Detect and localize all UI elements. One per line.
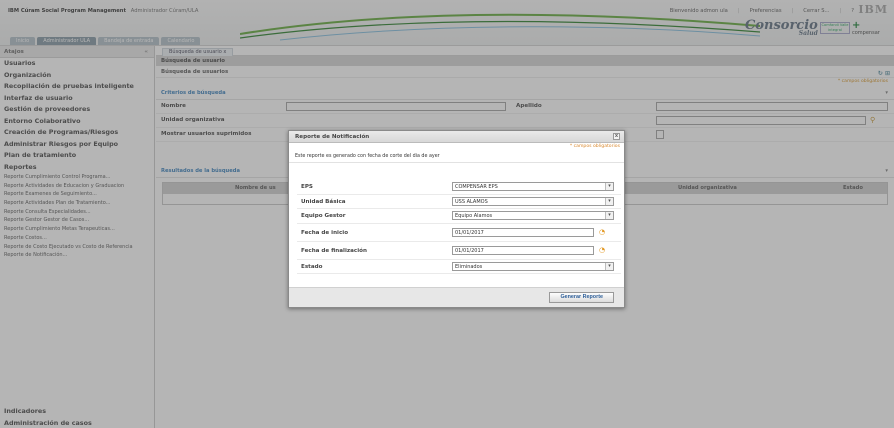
eps-value: COMPENSAR EPS: [455, 184, 498, 190]
eps-select[interactable]: COMPENSAR EPS ▾: [452, 182, 614, 191]
modal-required-note: * campos obligatorios: [569, 144, 620, 149]
fecha-inicio-input[interactable]: 01/01/2017: [452, 227, 594, 237]
chevron-down-icon[interactable]: ▾: [605, 212, 613, 219]
modal-form: EPS COMPENSAR EPS ▾ Unidad Básica USS AL…: [297, 180, 621, 274]
chevron-down-icon[interactable]: ▾: [605, 197, 613, 205]
row-equipo-gestor: Equipo Gestor Equipo Alamos ▾: [297, 209, 621, 224]
estado-select[interactable]: Eliminados ▾: [452, 261, 614, 271]
row-estado: Estado Eliminados ▾: [297, 260, 621, 274]
unidad-basica-value: USS ALAMOS: [455, 198, 488, 205]
modal-header: Reporte de Notificación x: [289, 131, 624, 143]
modal-note: Este reporte es generado con fecha de co…: [289, 151, 624, 163]
fecha-fin-input[interactable]: 01/01/2017: [452, 245, 594, 255]
calendar-icon[interactable]: ◔: [599, 246, 608, 255]
generar-reporte-button[interactable]: Generar Reporte: [549, 292, 614, 303]
chevron-down-icon[interactable]: ▾: [605, 183, 613, 190]
unidad-basica-select[interactable]: USS ALAMOS ▾: [452, 196, 614, 206]
reporte-notificacion-modal: Reporte de Notificación x * campos oblig…: [288, 130, 625, 308]
equipo-gestor-value: Equipo Alamos: [455, 213, 493, 219]
equipo-gestor-select[interactable]: Equipo Alamos ▾: [452, 211, 614, 220]
estado-label: Estado: [301, 263, 323, 270]
calendar-icon[interactable]: ◔: [599, 228, 608, 237]
fecha-inicio-label: Fecha de inicio: [301, 229, 349, 236]
estado-value: Eliminados: [455, 263, 483, 270]
row-fecha-finalizacion: Fecha de finalización 01/01/2017 ◔: [297, 242, 621, 260]
modal-title: Reporte de Notificación: [295, 134, 370, 140]
equipo-gestor-label: Equipo Gestor: [301, 213, 346, 219]
row-fecha-inicio: Fecha de inicio 01/01/2017 ◔: [297, 224, 621, 242]
chevron-down-icon[interactable]: ▾: [605, 262, 613, 270]
eps-label: EPS: [301, 184, 313, 190]
row-eps: EPS COMPENSAR EPS ▾: [297, 180, 621, 195]
modal-footer: Generar Reporte: [289, 287, 624, 307]
row-unidad-basica: Unidad Básica USS ALAMOS ▾: [297, 195, 621, 209]
fecha-fin-label: Fecha de finalización: [301, 247, 367, 254]
close-icon[interactable]: x: [613, 133, 620, 140]
unidad-basica-label: Unidad Básica: [301, 198, 346, 205]
